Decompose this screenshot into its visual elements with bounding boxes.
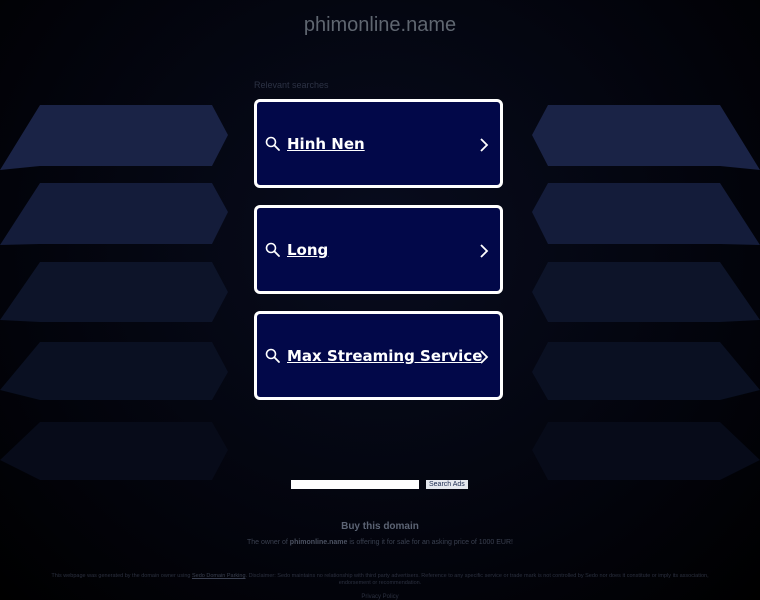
search-ads-button[interactable]: Search Ads [426,480,468,489]
bg-shape-right-2 [532,183,760,245]
bg-shape-right-4 [532,342,760,400]
owner-domain: phimonline.name [289,539,348,546]
privacy-policy-link[interactable]: Privacy Policy [0,594,760,600]
sedo-parking-link[interactable]: Sedo Domain Parking [192,573,246,579]
relevant-searches-label: Relevant searches [254,80,329,90]
bg-shape-left-3 [0,262,228,322]
chevron-right-icon [480,138,489,152]
owner-offer-text: The owner of phimonline.name is offering… [0,539,760,546]
disclaimer-suffix: . Disclaimer: Sedo maintains no relation… [245,573,709,586]
owner-suffix: is offering it for sale for an asking pr… [349,539,513,546]
bg-shape-left-1 [0,105,228,170]
search-icon [265,136,280,151]
bg-shape-left-2 [0,183,228,245]
disclaimer-prefix: This webpage was generated by the domain… [51,573,191,579]
search-link-max-streaming-service[interactable]: Max Streaming Service [254,311,503,400]
disclaimer-text: This webpage was generated by the domain… [40,573,720,586]
bg-shape-left-5 [0,422,228,480]
owner-prefix: The owner of [246,539,288,546]
parking-page: phimonline.name Relevant searches Hinh N… [0,0,760,600]
buy-domain-link[interactable]: Buy this domain [0,521,760,532]
search-link-hinh-nen[interactable]: Hinh Nen [254,99,503,188]
background-decoration [0,105,760,480]
bg-shape-left-4 [0,342,228,400]
search-link-label[interactable]: Max Streaming Service [287,347,482,365]
search-link-label[interactable]: Long [287,241,328,259]
chevron-right-icon [480,350,489,364]
search-input[interactable] [291,480,419,489]
domain-title: phimonline.name [303,14,457,36]
search-link-label[interactable]: Hinh Nen [287,135,365,153]
bg-shape-right-5 [532,422,760,480]
search-icon [265,348,280,363]
chevron-right-icon [480,244,489,258]
bg-shape-right-3 [532,262,760,322]
search-link-long[interactable]: Long [254,205,503,294]
bg-shape-right-1 [532,105,760,170]
search-icon [265,242,280,257]
